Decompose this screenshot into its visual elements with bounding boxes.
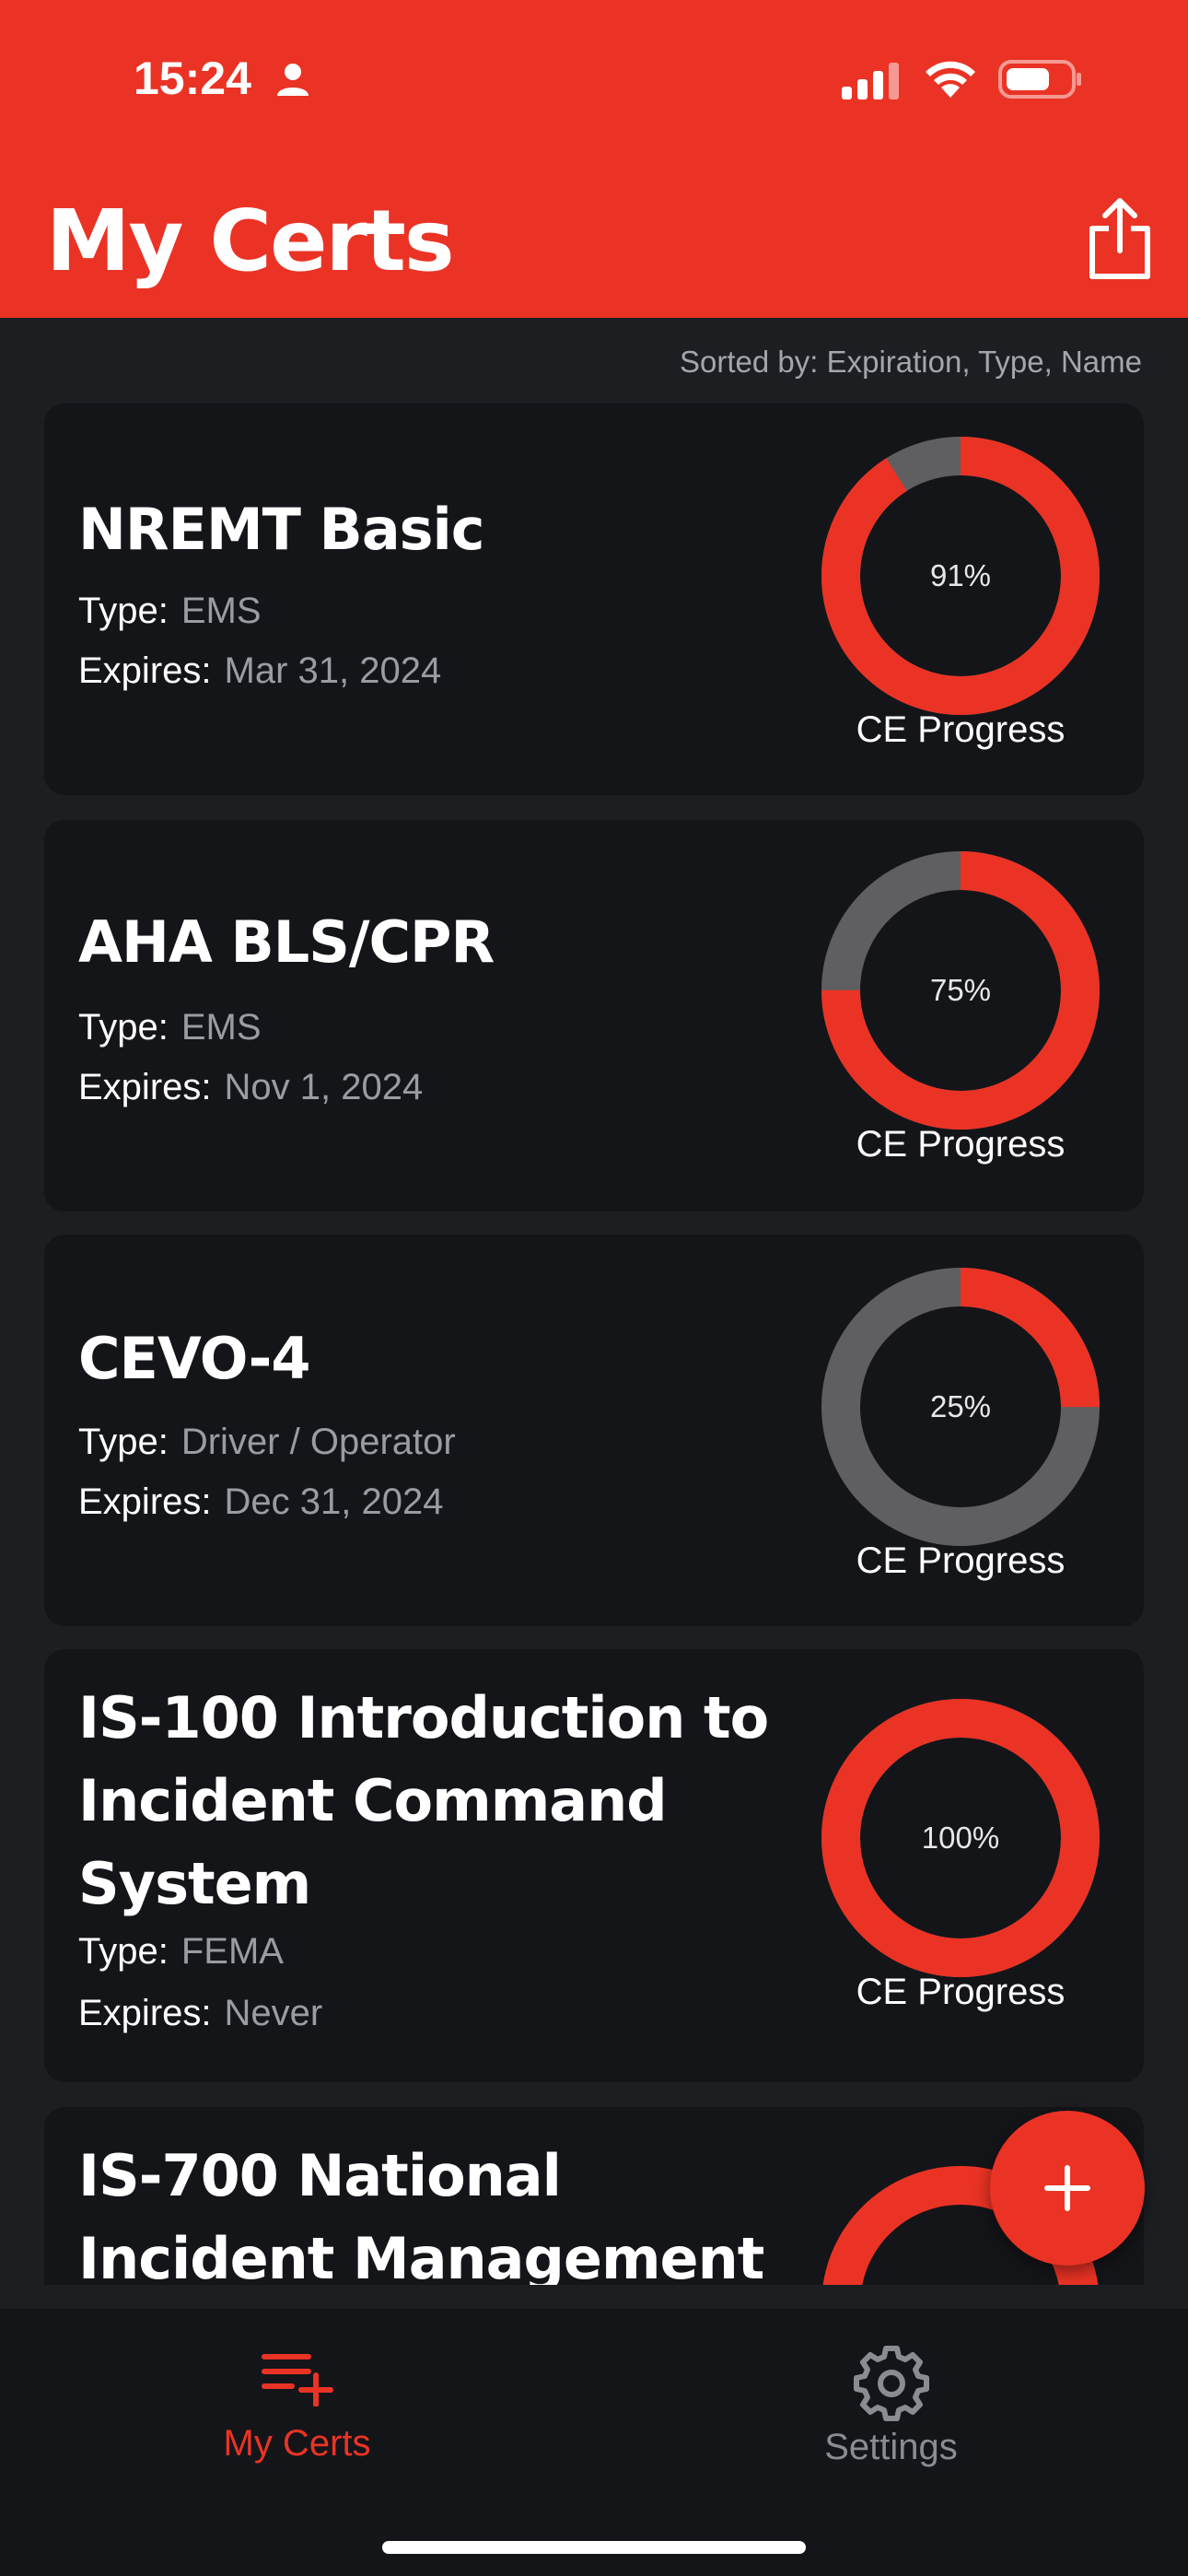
cert-card[interactable]: NREMT Basic Type: EMS Expires: Mar 31, 202…: [44, 404, 1144, 795]
tab-my-certs[interactable]: My Certs: [0, 2309, 594, 2493]
ce-progress-percent: 100%: [921, 1821, 1000, 1855]
type-label: Type:: [78, 1931, 169, 1972]
cert-type: EMS: [181, 591, 262, 631]
share-button[interactable]: [1083, 197, 1157, 282]
ce-progress-label: CE Progress: [856, 1540, 1066, 1581]
ce-progress-label: CE Progress: [856, 1124, 1066, 1165]
cellular-signal-icon: [842, 63, 899, 100]
cert-type-row: Type: EMS: [78, 588, 262, 634]
cert-type-row: Type: EMS: [78, 1004, 262, 1050]
gear-icon: [854, 2346, 929, 2421]
status-time: 15:24: [134, 53, 251, 104]
cert-name: CEVO-4: [78, 1325, 310, 1392]
type-label: Type:: [78, 1007, 169, 1048]
ce-progress-label: CE Progress: [856, 1972, 1066, 2012]
expires-label: Expires:: [78, 1481, 212, 1522]
cert-expires-row: Expires: Never: [78, 1990, 322, 2036]
cert-expires-row: Expires: Nov 1, 2024: [78, 1064, 423, 1110]
header: 15:24 My Certs: [0, 0, 1188, 318]
cert-card[interactable]: IS-100 Introduction to Incident Command …: [44, 1649, 1144, 2082]
person-icon: [277, 64, 309, 96]
cert-card[interactable]: AHA BLS/CPR Type: EMS Expires: Nov 1, 2024…: [44, 820, 1144, 1212]
cert-type: EMS: [181, 1007, 262, 1048]
cert-card[interactable]: CEVO-4 Type: Driver / Operator Expires: De…: [44, 1235, 1144, 1626]
wifi-icon: [926, 61, 975, 98]
tab-label: My Certs: [223, 2423, 371, 2464]
tab-bar: My Certs Settings: [0, 2309, 1188, 2576]
cert-name: NREMT Basic: [78, 496, 485, 563]
cert-card[interactable]: IS-700 National Incident Management: [44, 2107, 1144, 2285]
home-indicator: [382, 2541, 806, 2554]
plus-icon: [1044, 2165, 1090, 2211]
battery-icon: [998, 60, 1081, 99]
cert-type: Driver / Operator: [181, 1422, 456, 1462]
ce-progress-label: CE Progress: [856, 709, 1066, 750]
cert-name: IS-100 Introduction to Incident Command …: [78, 1684, 769, 1917]
expires-label: Expires:: [78, 1067, 212, 1107]
cert-expires-row: Expires: Mar 31, 2024: [78, 648, 441, 694]
share-icon: [1089, 198, 1150, 279]
add-cert-button[interactable]: [990, 2111, 1145, 2266]
ce-progress-percent: 75%: [929, 973, 992, 1007]
list-add-icon: [262, 2354, 333, 2406]
cert-type-row: Type: FEMA: [78, 1928, 284, 1974]
tab-label: Settings: [824, 2427, 958, 2467]
cert-expires: Nov 1, 2024: [224, 1067, 424, 1107]
cert-name: IS-700 National Incident Management: [78, 2142, 764, 2285]
type-label: Type:: [78, 1422, 169, 1462]
cert-expires: Mar 31, 2024: [224, 650, 442, 691]
page-title: My Certs: [46, 192, 455, 290]
cert-name: AHA BLS/CPR: [78, 908, 495, 976]
ce-progress-percent: 91%: [929, 558, 992, 592]
cert-expires: Never: [224, 1993, 323, 2033]
cert-list: NREMT Basic Type: EMS Expires: Mar 31, 202…: [0, 318, 1188, 2285]
cert-type-row: Type: Driver / Operator: [78, 1419, 456, 1465]
type-label: Type:: [78, 591, 169, 631]
expires-label: Expires:: [78, 1993, 212, 2033]
status-bar: 15:24: [0, 0, 1188, 157]
cert-expires-row: Expires: Dec 31, 2024: [78, 1479, 443, 1525]
ce-progress-percent: 25%: [929, 1389, 992, 1423]
tab-settings[interactable]: Settings: [594, 2309, 1188, 2493]
cert-expires: Dec 31, 2024: [224, 1481, 444, 1522]
expires-label: Expires:: [78, 650, 212, 691]
cert-type: FEMA: [181, 1931, 284, 1972]
